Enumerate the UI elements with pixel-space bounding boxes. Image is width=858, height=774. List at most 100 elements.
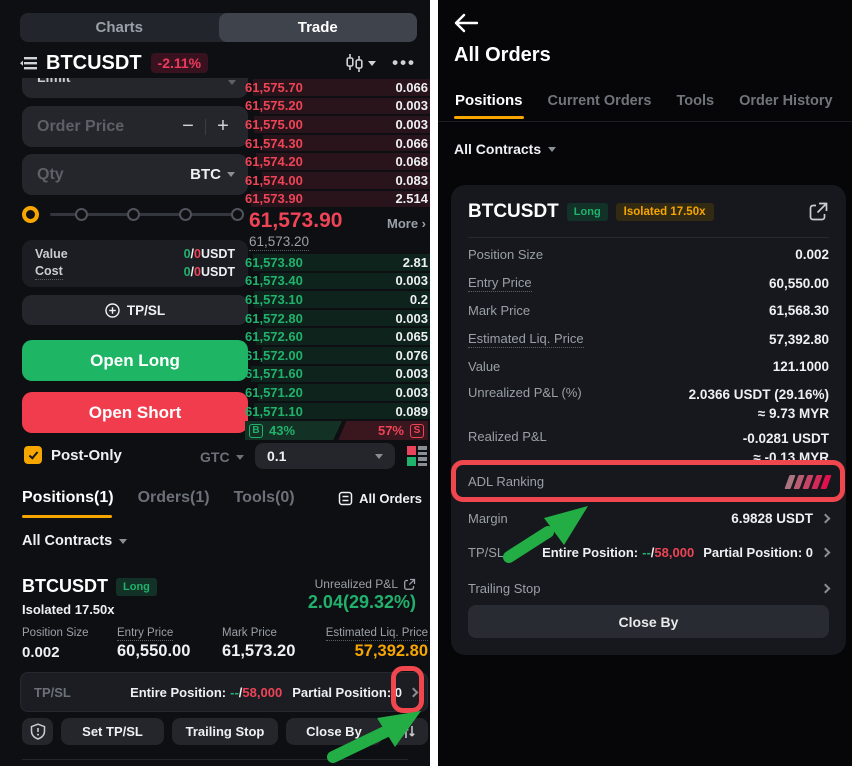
last-price: 61,573.90: [249, 209, 342, 233]
tab-current-orders[interactable]: Current Orders: [548, 93, 652, 109]
tpsl-label: TP/SL: [34, 685, 71, 700]
bid-row[interactable]: 61,573.400.003: [245, 272, 428, 291]
post-only-checkbox[interactable]: [24, 446, 42, 464]
orderbook-more-link[interactable]: More ›: [387, 216, 426, 231]
ask-row[interactable]: 61,574.300.066: [245, 134, 428, 153]
position-symbol: BTCUSDT: [468, 201, 559, 223]
chevron-down-icon: [375, 454, 383, 459]
active-tab-underline: [454, 116, 524, 119]
quantity-slider[interactable]: [22, 205, 248, 224]
all-orders-link[interactable]: All Orders: [338, 491, 422, 506]
row-position-size: Position Size 0.002: [468, 247, 829, 262]
open-long-button[interactable]: Open Long: [22, 340, 248, 381]
increase-price-button[interactable]: +: [206, 115, 240, 138]
position-card: BTCUSDT Long Isolated 17.50x Position Si…: [451, 185, 846, 655]
sell-percent: 57%: [378, 423, 404, 438]
quantity-input[interactable]: [37, 166, 147, 184]
tab-positions[interactable]: Positions(1): [22, 489, 114, 507]
annotation-highlight-adl-row: [451, 460, 845, 502]
chevron-down-icon: [227, 172, 235, 177]
add-tpsl-button[interactable]: TP/SL: [22, 295, 248, 325]
tif-select[interactable]: GTC: [200, 449, 244, 465]
active-tab-underline: [22, 515, 112, 518]
more-options-icon[interactable]: •••: [392, 53, 416, 73]
bid-row[interactable]: 61,572.600.065: [245, 327, 428, 346]
tab-tools[interactable]: Tools(0): [234, 489, 295, 507]
upl-value: 2.04(29.32%): [308, 592, 416, 613]
row-entry-price: Entry Price 60,550.00: [468, 275, 829, 292]
chevron-down-icon: [119, 539, 127, 544]
screenshot-root: Charts Trade BTCUSDT -2.11%: [0, 0, 858, 774]
tab-trade[interactable]: Trade: [219, 13, 418, 42]
chevron-right-icon: [821, 584, 831, 594]
risk-alert-button[interactable]: [22, 718, 53, 745]
tabs-divider: [438, 121, 852, 122]
back-arrow-icon[interactable]: [454, 13, 478, 33]
bid-row[interactable]: 61,573.802.81: [245, 253, 428, 272]
sell-tag: S: [410, 424, 424, 438]
tab-tools[interactable]: Tools: [676, 93, 714, 109]
ask-row[interactable]: 61,574.000.083: [245, 171, 428, 190]
bid-row[interactable]: 61,572.800.003: [245, 309, 428, 328]
row-liq-price: Estimated Liq. Price 57,392.80: [468, 331, 829, 348]
symbol-title[interactable]: BTCUSDT: [46, 52, 142, 75]
bid-row[interactable]: 61,572.000.076: [245, 346, 428, 365]
candlestick-chart-icon[interactable]: [345, 54, 376, 72]
annotation-arrow: [500, 500, 596, 564]
mark-price-small[interactable]: 61,573.20: [249, 234, 309, 251]
last-price-block: 61,573.90 More › 61,573.20: [249, 208, 428, 252]
change-badge: -2.11%: [151, 53, 209, 73]
trailing-stop-button[interactable]: Trailing Stop: [172, 718, 278, 745]
margin-mode: Isolated 17.50x: [22, 602, 115, 617]
bid-row[interactable]: 61,571.200.003: [245, 383, 428, 402]
upl-label: Unrealized P&L: [315, 577, 398, 591]
page-title: All Orders: [454, 44, 551, 67]
position-stats: Position Size 0.002 Entry Price 60,550.0…: [22, 627, 428, 667]
annotation-arrow: [325, 705, 427, 763]
tab-order-history[interactable]: Order History: [739, 93, 832, 109]
position-symbol: BTCUSDT: [22, 576, 108, 597]
external-link-icon[interactable]: [807, 201, 829, 223]
pair-selector-icon[interactable]: [20, 56, 37, 71]
orderbook-asks: 61,575.700.066 61,575.200.003 61,575.000…: [245, 78, 428, 208]
bid-row[interactable]: 61,573.100.2: [245, 290, 428, 309]
tab-positions[interactable]: Positions: [455, 92, 523, 109]
ask-row[interactable]: 61,574.200.068: [245, 152, 428, 171]
contracts-filter[interactable]: All Contracts: [22, 533, 127, 549]
open-short-button[interactable]: Open Short: [22, 392, 248, 433]
tick-size-select[interactable]: 0.1: [255, 443, 395, 469]
order-price-input[interactable]: [37, 118, 147, 136]
order-type-select[interactable]: Limit: [22, 78, 248, 98]
tab-orders[interactable]: Orders(1): [138, 489, 210, 507]
ask-row[interactable]: 61,575.000.003: [245, 115, 428, 134]
value-cost-box: Value 0/0USDT Cost 0/0USDT: [22, 240, 248, 287]
ask-row[interactable]: 61,575.200.003: [245, 97, 428, 116]
charts-trade-segmented-control: Charts Trade: [20, 13, 417, 42]
set-tpsl-button[interactable]: Set TP/SL: [61, 718, 164, 745]
row-trailing-stop[interactable]: Trailing Stop: [468, 581, 829, 596]
quantity-field[interactable]: BTC: [22, 154, 248, 195]
close-by-button[interactable]: Close By: [468, 605, 829, 638]
bid-row[interactable]: 61,571.100.089: [245, 402, 428, 421]
cost-label[interactable]: Cost: [35, 264, 63, 280]
tab-charts[interactable]: Charts: [20, 13, 219, 42]
ask-row[interactable]: 61,575.700.066: [245, 78, 428, 97]
all-orders-panel: All Orders Positions Current Orders Tool…: [438, 0, 852, 766]
side-badge: Long: [116, 578, 157, 596]
row-unrealized-pl: Unrealized P&L (%) 2.0366 USDT (29.16%) …: [468, 385, 829, 423]
order-price-field[interactable]: − +: [22, 106, 248, 147]
orderbook-layout-icon[interactable]: [405, 444, 429, 468]
bid-row[interactable]: 61,571.600.003: [245, 365, 428, 384]
share-icon[interactable]: [403, 578, 416, 591]
buy-tag: B: [249, 424, 263, 438]
ask-row[interactable]: 61,573.902.514: [245, 190, 428, 209]
value-label: Value: [35, 247, 68, 261]
card-divider: [468, 237, 829, 238]
slider-handle[interactable]: [22, 206, 39, 223]
orderbook-bids: 61,573.802.81 61,573.400.003 61,573.100.…: [245, 253, 428, 420]
contracts-filter[interactable]: All Contracts: [454, 141, 556, 157]
decrease-price-button[interactable]: −: [171, 115, 205, 138]
row-mark-price: Mark Price 61,568.30: [468, 303, 829, 318]
unit-select[interactable]: BTC: [190, 166, 235, 183]
document-icon: [338, 491, 353, 506]
